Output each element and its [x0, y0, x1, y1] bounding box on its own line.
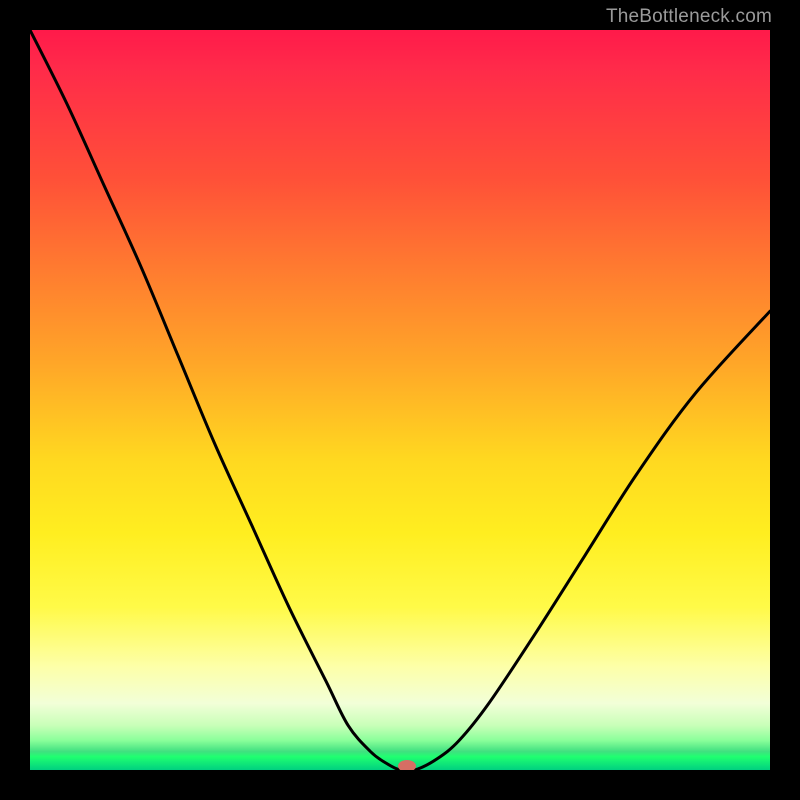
bottleneck-curve: [30, 30, 770, 770]
watermark-text: TheBottleneck.com: [606, 6, 772, 28]
plot-area: [30, 30, 770, 770]
chart-container: TheBottleneck.com: [0, 0, 800, 800]
optimal-point-marker: [398, 760, 416, 770]
curve-path: [30, 30, 770, 770]
